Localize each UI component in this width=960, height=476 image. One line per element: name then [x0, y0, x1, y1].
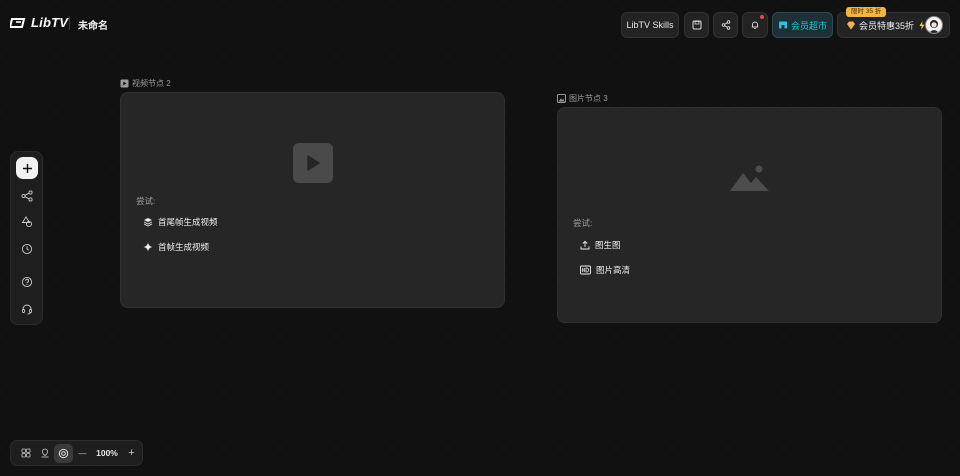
image-node-title[interactable]: 图片节点 3: [557, 93, 608, 104]
header-divider: [69, 16, 70, 30]
video-node-label: 视频节点 2: [132, 79, 171, 88]
minus-icon: —: [78, 448, 87, 458]
history-button[interactable]: [16, 238, 38, 260]
play-icon: [307, 155, 320, 171]
location-icon: [41, 448, 48, 458]
workflow-icon: [21, 190, 33, 202]
hd-icon: [580, 265, 591, 275]
zoom-level[interactable]: 100%: [92, 448, 122, 458]
libtv-skills-label: LibTV Skills: [626, 20, 674, 30]
help-button[interactable]: [16, 271, 38, 293]
add-icon: [22, 163, 32, 173]
image-try-label: 尝试:: [573, 218, 593, 228]
image-node-label: 图片节点 3: [569, 94, 608, 103]
libtv-skills-button[interactable]: LibTV Skills: [621, 12, 679, 38]
grid-icon: [21, 448, 30, 458]
promo-badge: 限时 35 折: [846, 7, 887, 17]
headset-icon: [22, 304, 32, 315]
avatar-image: [929, 20, 939, 33]
option-first-frame-video[interactable]: 首帧生成视频: [143, 241, 209, 253]
video-try-label: 尝试:: [136, 196, 156, 206]
workflow-button[interactable]: [16, 185, 38, 207]
zoom-out-button[interactable]: —: [73, 444, 92, 463]
member-market-label: 会员超市: [790, 20, 827, 31]
upload-icon: [580, 240, 590, 250]
video-node-icon: [120, 79, 129, 88]
shapes-icon: [21, 216, 33, 228]
zoom-in-button[interactable]: +: [122, 444, 141, 463]
image-node[interactable]: 尝试: 图生图 图片高清: [557, 107, 942, 323]
option-first-last-frame-video[interactable]: 首尾帧生成视频: [143, 216, 218, 228]
target-icon: [58, 448, 69, 458]
plus-icon: +: [128, 447, 135, 459]
store-icon: [778, 21, 787, 29]
image-node-icon: [557, 94, 566, 103]
history-icon: [21, 243, 33, 255]
notification-dot: [760, 15, 764, 19]
add-node-button[interactable]: [16, 157, 38, 179]
ai-assist-button[interactable]: [54, 443, 73, 463]
save-button[interactable]: [684, 12, 709, 38]
document-title[interactable]: 未命名: [78, 17, 108, 32]
grid-view-button[interactable]: [16, 444, 35, 463]
bottom-toolbar: — 100% +: [10, 440, 143, 466]
sparkle-icon: [143, 242, 153, 252]
layers-icon: [143, 218, 153, 227]
member-market-button[interactable]: 会员超市: [772, 12, 833, 38]
left-toolbar: [10, 151, 43, 325]
shapes-button[interactable]: [16, 211, 38, 233]
save-icon: [692, 20, 701, 30]
notifications-button[interactable]: [742, 12, 768, 38]
video-node[interactable]: 尝试: 首尾帧生成视频 首帧生成视频: [120, 92, 505, 308]
member-discount-label: 会员特惠35折: [859, 20, 915, 31]
option-first-frame-video-label: 首帧生成视频: [158, 242, 210, 252]
avatar[interactable]: [925, 16, 943, 34]
option-first-last-frame-video-label: 首尾帧生成视频: [158, 217, 218, 227]
video-placeholder: [293, 143, 333, 183]
diamond-icon: [847, 21, 855, 29]
option-image-hd[interactable]: 图片高清: [580, 264, 630, 276]
location-button[interactable]: [35, 444, 54, 463]
support-button[interactable]: [16, 298, 38, 320]
logo-text: LibTV: [31, 15, 69, 30]
logo-icon: [10, 17, 26, 28]
share-icon: [721, 20, 730, 30]
bell-icon: [751, 21, 759, 29]
image-placeholder-icon: [730, 165, 769, 191]
logo[interactable]: LibTV: [10, 15, 68, 30]
video-node-title[interactable]: 视频节点 2: [120, 78, 171, 89]
option-image-hd-label: 图片高清: [596, 265, 631, 275]
option-image-to-image-label: 图生图: [595, 240, 621, 250]
option-image-to-image[interactable]: 图生图: [580, 239, 621, 251]
help-icon: [21, 276, 33, 288]
share-button[interactable]: [713, 12, 738, 38]
